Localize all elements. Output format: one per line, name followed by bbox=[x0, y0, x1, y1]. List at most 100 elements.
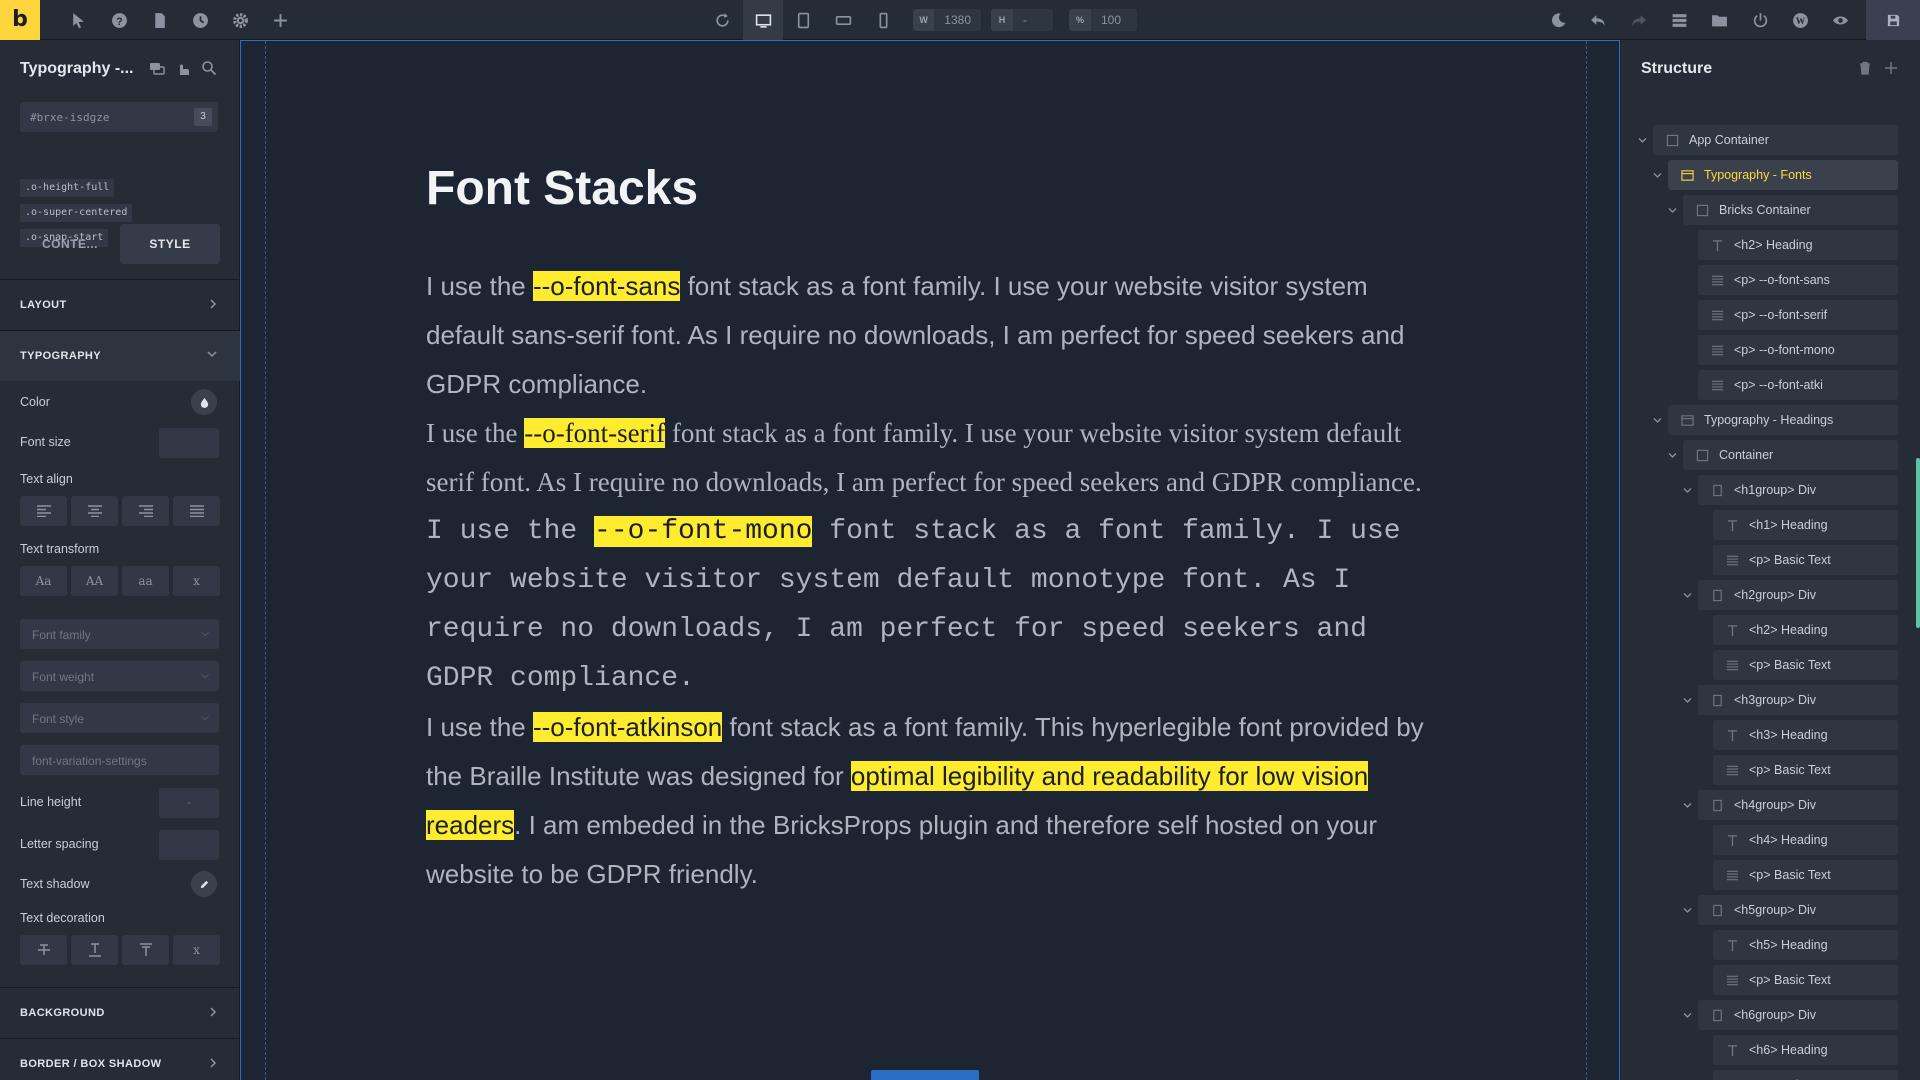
edit-pencil-icon[interactable] bbox=[191, 871, 217, 897]
structure-node[interactable]: <h5> Heading bbox=[1713, 930, 1898, 960]
paragraph-font-atkinson[interactable]: I use the --o-font-atkinson font stack a… bbox=[426, 703, 1426, 899]
chevron-down-icon[interactable] bbox=[1636, 125, 1648, 155]
uppercase-button[interactable]: AA bbox=[71, 566, 118, 596]
font-variation-input[interactable]: font-variation-settings bbox=[20, 745, 219, 775]
font-style-select[interactable]: Font style ⌵ bbox=[20, 703, 219, 733]
chevron-down-icon[interactable] bbox=[1651, 160, 1663, 190]
add-element-icon[interactable] bbox=[260, 0, 300, 40]
structure-node[interactable]: Typography - Fonts bbox=[1668, 160, 1898, 190]
structure-node[interactable]: <h1> Heading bbox=[1713, 510, 1898, 540]
height-value[interactable]: - bbox=[1013, 13, 1037, 27]
structure-node[interactable]: <h6> Heading bbox=[1713, 1035, 1898, 1065]
paragraph-font-sans[interactable]: I use the --o-font-sans font stack as a … bbox=[426, 262, 1426, 409]
history-icon[interactable] bbox=[180, 0, 220, 40]
class-chip[interactable]: .o-super-centered bbox=[20, 204, 133, 222]
strikethrough-icon[interactable] bbox=[20, 935, 67, 965]
structure-node[interactable]: App Container bbox=[1653, 125, 1898, 155]
element-id-field[interactable]: #brxe-isdgze 3 bbox=[20, 102, 218, 132]
structure-node[interactable]: Bricks Container bbox=[1683, 195, 1898, 225]
overline-icon[interactable] bbox=[122, 935, 169, 965]
width-field[interactable]: W 1380 bbox=[913, 9, 981, 31]
css-classes-icon[interactable] bbox=[149, 60, 165, 81]
redo-icon[interactable] bbox=[1618, 0, 1658, 40]
structure-node[interactable]: Typography - Headings bbox=[1668, 405, 1898, 435]
structure-node[interactable]: <h6group> Div bbox=[1698, 1000, 1898, 1030]
structure-node[interactable]: <p> --o-font-sans bbox=[1698, 265, 1898, 295]
width-value[interactable]: 1380 bbox=[934, 13, 981, 27]
capitalize-button[interactable]: Aa bbox=[20, 566, 67, 596]
align-justify-icon[interactable] bbox=[173, 496, 220, 526]
structure-node[interactable]: <p> Basic Text bbox=[1713, 650, 1898, 680]
cursor-icon[interactable] bbox=[58, 0, 98, 40]
plus-icon[interactable] bbox=[1884, 61, 1898, 80]
structure-node[interactable]: <p> --o-font-serif bbox=[1698, 300, 1898, 330]
structure-node[interactable]: <p> --o-font-mono bbox=[1698, 335, 1898, 365]
letter-spacing-input[interactable] bbox=[159, 830, 219, 860]
decoration-none-button[interactable]: x bbox=[173, 935, 220, 965]
height-field[interactable]: H - bbox=[991, 9, 1053, 31]
align-right-icon[interactable] bbox=[122, 496, 169, 526]
structure-node[interactable]: <h2> Heading bbox=[1698, 230, 1898, 260]
mobile-portrait-icon[interactable] bbox=[863, 0, 903, 40]
wordpress-icon[interactable]: W bbox=[1780, 0, 1820, 40]
chevron-down-icon[interactable] bbox=[1666, 195, 1678, 225]
structure-node[interactable]: <h3> Heading bbox=[1713, 720, 1898, 750]
structure-node[interactable]: Container bbox=[1683, 440, 1898, 470]
element-action-bar[interactable] bbox=[871, 1070, 979, 1080]
transform-none-button[interactable]: x bbox=[173, 566, 220, 596]
search-icon[interactable] bbox=[201, 60, 217, 81]
pseudo-states-icon[interactable] bbox=[175, 60, 191, 81]
paragraph-font-mono[interactable]: I use the --o-font-mono font stack as a … bbox=[426, 507, 1426, 703]
zoom-value[interactable]: 100 bbox=[1091, 13, 1131, 27]
chevron-down-icon[interactable] bbox=[1681, 475, 1693, 505]
desktop-breakpoint-icon[interactable] bbox=[743, 0, 783, 40]
chevron-down-icon[interactable] bbox=[1681, 685, 1693, 715]
align-center-icon[interactable] bbox=[71, 496, 118, 526]
structure-node[interactable]: <p> Basic Text bbox=[1713, 860, 1898, 890]
mobile-landscape-icon[interactable] bbox=[823, 0, 863, 40]
lowercase-button[interactable]: aa bbox=[122, 566, 169, 596]
settings-gear-icon[interactable] bbox=[220, 0, 260, 40]
structure-node[interactable]: <h1group> Div bbox=[1698, 475, 1898, 505]
section-layout[interactable]: LAYOUT bbox=[0, 279, 240, 330]
layers-stack-icon[interactable] bbox=[1659, 0, 1699, 40]
reload-icon[interactable] bbox=[702, 0, 742, 40]
section-typography[interactable]: TYPOGRAPHY bbox=[0, 330, 240, 381]
chevron-down-icon[interactable] bbox=[1681, 580, 1693, 610]
tab-content[interactable]: CONTE... bbox=[20, 224, 120, 264]
scrollbar-thumb[interactable] bbox=[1916, 458, 1920, 628]
paragraph-font-serif[interactable]: I use the --o-font-serif font stack as a… bbox=[426, 409, 1426, 507]
pages-icon[interactable] bbox=[139, 0, 179, 40]
tab-style[interactable]: STYLE bbox=[120, 224, 220, 264]
page-heading[interactable]: Font Stacks bbox=[426, 161, 1426, 216]
help-icon[interactable]: ? bbox=[99, 0, 139, 40]
structure-node[interactable]: <h2group> Div bbox=[1698, 580, 1898, 610]
section-background[interactable]: BACKGROUND bbox=[0, 987, 240, 1038]
structure-node[interactable]: <p> Basic Text bbox=[1713, 755, 1898, 785]
font-size-input[interactable] bbox=[159, 428, 219, 458]
structure-node[interactable]: <h4group> Div bbox=[1698, 790, 1898, 820]
line-height-input[interactable]: - bbox=[159, 788, 219, 818]
align-left-icon[interactable] bbox=[20, 496, 67, 526]
chevron-down-icon[interactable] bbox=[1651, 405, 1663, 435]
color-picker-icon[interactable] bbox=[191, 389, 217, 415]
structure-node[interactable]: <p> --o-font-atki bbox=[1698, 370, 1898, 400]
folder-icon[interactable] bbox=[1699, 0, 1739, 40]
structure-node[interactable]: <h5group> Div bbox=[1698, 895, 1898, 925]
preview-eye-icon[interactable] bbox=[1820, 0, 1860, 40]
undo-icon[interactable] bbox=[1578, 0, 1618, 40]
structure-node[interactable]: <p> Basic Text bbox=[1713, 965, 1898, 995]
class-chip[interactable]: .o-height-full bbox=[20, 179, 115, 197]
bricks-logo[interactable]: b bbox=[0, 0, 40, 40]
chevron-down-icon[interactable] bbox=[1681, 790, 1693, 820]
save-button[interactable] bbox=[1866, 0, 1920, 40]
zoom-field[interactable]: % 100 bbox=[1069, 9, 1137, 31]
dark-mode-moon-icon[interactable] bbox=[1538, 0, 1578, 40]
structure-node[interactable]: <h2> Heading bbox=[1713, 615, 1898, 645]
font-family-select[interactable]: Font family ⌵ bbox=[20, 619, 219, 649]
structure-node[interactable]: <h4> Heading bbox=[1713, 825, 1898, 855]
structure-node[interactable]: <h3group> Div bbox=[1698, 685, 1898, 715]
power-icon[interactable] bbox=[1740, 0, 1780, 40]
structure-node[interactable]: <p> Basic Text bbox=[1713, 545, 1898, 575]
chevron-down-icon[interactable] bbox=[1681, 895, 1693, 925]
